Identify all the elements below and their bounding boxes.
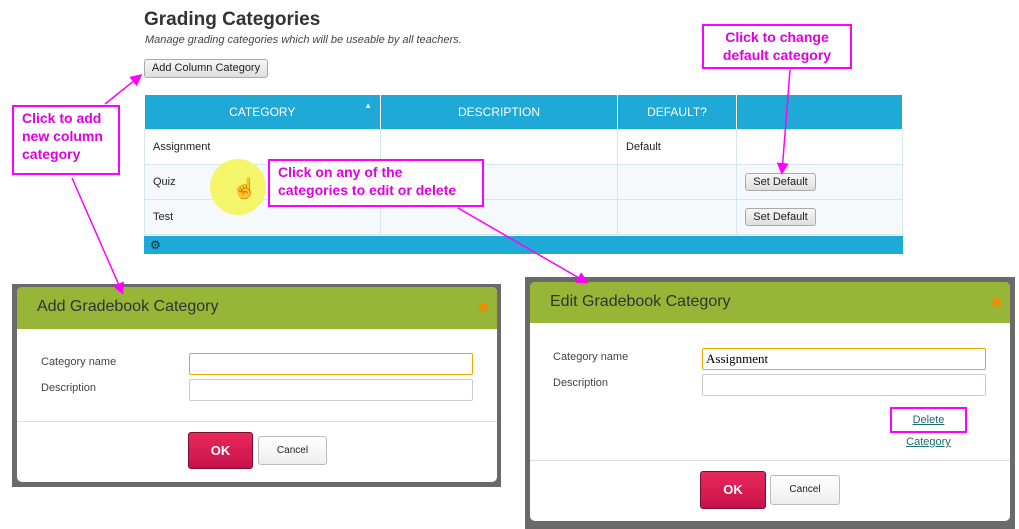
annotation-arrows [71,69,791,295]
arrow-to-add-dialog [71,177,124,295]
arrow-to-add-button [104,74,143,105]
arrow-to-set-default [776,69,791,175]
arrow-to-edit-dialog [457,207,589,284]
